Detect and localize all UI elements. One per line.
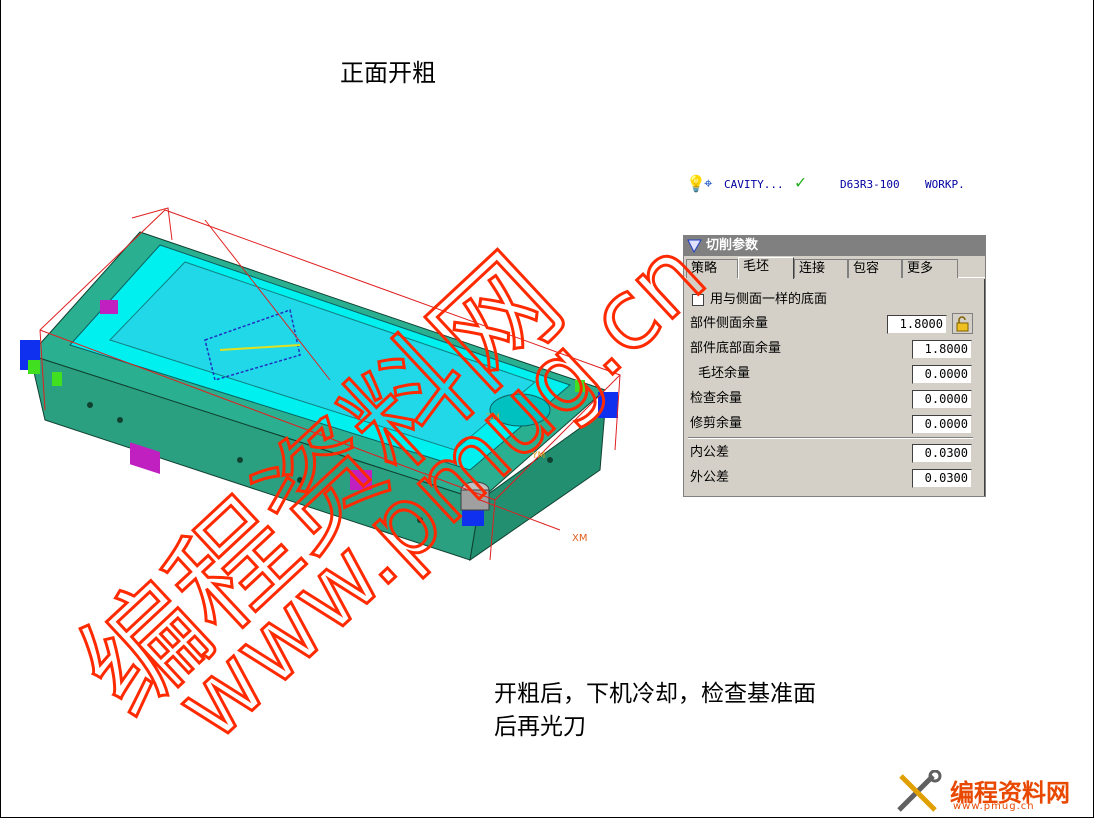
note-line-1: 开粗后，下机冷却，检查基准面	[494, 681, 816, 707]
same-floor-checkbox[interactable]	[692, 294, 704, 306]
end-cap-right	[598, 392, 618, 418]
axis-label-z: ZM	[486, 413, 500, 423]
hole	[237, 457, 243, 463]
same-floor-label: 用与侧面一样的底面	[710, 292, 828, 307]
tab-more[interactable]: 更多	[902, 259, 958, 278]
marker-2	[52, 372, 62, 386]
dialog-titlebar: 切削参数	[684, 236, 985, 256]
tab-stock[interactable]: 毛坯	[738, 257, 794, 279]
tab-connections[interactable]: 连接	[794, 259, 848, 278]
logo-url: www.pmug.cn	[953, 801, 1035, 812]
lock-icon[interactable]	[952, 313, 973, 334]
param-label: 内公差	[690, 445, 730, 460]
hole	[87, 402, 93, 408]
site-logo[interactable]: 编程资料网 www.pmug.cn	[893, 768, 1093, 816]
param-label: 部件侧面余量	[690, 316, 769, 331]
marker-1	[28, 360, 40, 374]
axis-label-x: XM	[572, 533, 587, 544]
param-label: 外公差	[690, 470, 730, 485]
operation-geometry: WORKP.	[925, 178, 965, 191]
operation-row[interactable]: 💡 ⌖ CAVITY... ✓ D63R3-100 WORKP.	[682, 172, 982, 196]
feature-slot-3	[100, 300, 118, 314]
trim-stock-input[interactable]: 0.0000	[912, 415, 972, 434]
hole	[547, 457, 553, 463]
tab-bar: 策略 毛坯 连接 包容 更多	[684, 256, 985, 279]
hole	[297, 477, 303, 483]
param-label: 毛坯余量	[698, 366, 751, 381]
dialog-title: 切削参数	[706, 238, 759, 253]
cutting-parameters-dialog: 切削参数 策略 毛坯 连接 包容 更多 用与侧面一样的底面 部件侧面余量 1.8…	[683, 235, 986, 497]
dialog-app-icon	[687, 239, 702, 253]
operation-tool: D63R3-100	[840, 178, 900, 191]
operation-name: CAVITY...	[724, 178, 784, 191]
blank-stock-input[interactable]: 0.0000	[912, 365, 972, 384]
separator	[688, 437, 973, 439]
tab-containment[interactable]: 包容	[848, 259, 902, 278]
green-check-icon: ✓	[795, 172, 806, 193]
marker-3	[575, 380, 585, 392]
tools-icon	[897, 770, 942, 812]
cad-viewport[interactable]: XM ZM YM	[0, 0, 700, 620]
part-side-stock-input[interactable]: 1.8000	[887, 315, 947, 334]
check-stock-input[interactable]: 0.0000	[912, 390, 972, 409]
note-line-2: 后再光刀	[494, 714, 586, 740]
bulb-icon: 💡	[686, 174, 706, 193]
axis-label-y: YM	[531, 451, 545, 461]
feature-slot-2	[350, 470, 372, 490]
param-label: 检查余量	[690, 391, 743, 406]
outtol-input[interactable]: 0.0300	[912, 469, 972, 488]
stock-panel: 用与侧面一样的底面 部件侧面余量 1.8000 部件底部面余量 1.8000 毛…	[684, 279, 985, 496]
slide-note: 开粗后，下机冷却，检查基准面 后再光刀	[494, 678, 816, 744]
tab-strategy[interactable]: 策略	[686, 259, 738, 278]
cavity-mill-icon: ⌖	[704, 174, 713, 192]
hole	[417, 517, 423, 523]
part-floor-stock-input[interactable]: 1.8000	[912, 340, 972, 359]
param-label: 部件底部面余量	[690, 341, 782, 356]
hole	[117, 417, 123, 423]
intol-input[interactable]: 0.0300	[912, 444, 972, 463]
param-label: 修剪余量	[690, 416, 743, 431]
